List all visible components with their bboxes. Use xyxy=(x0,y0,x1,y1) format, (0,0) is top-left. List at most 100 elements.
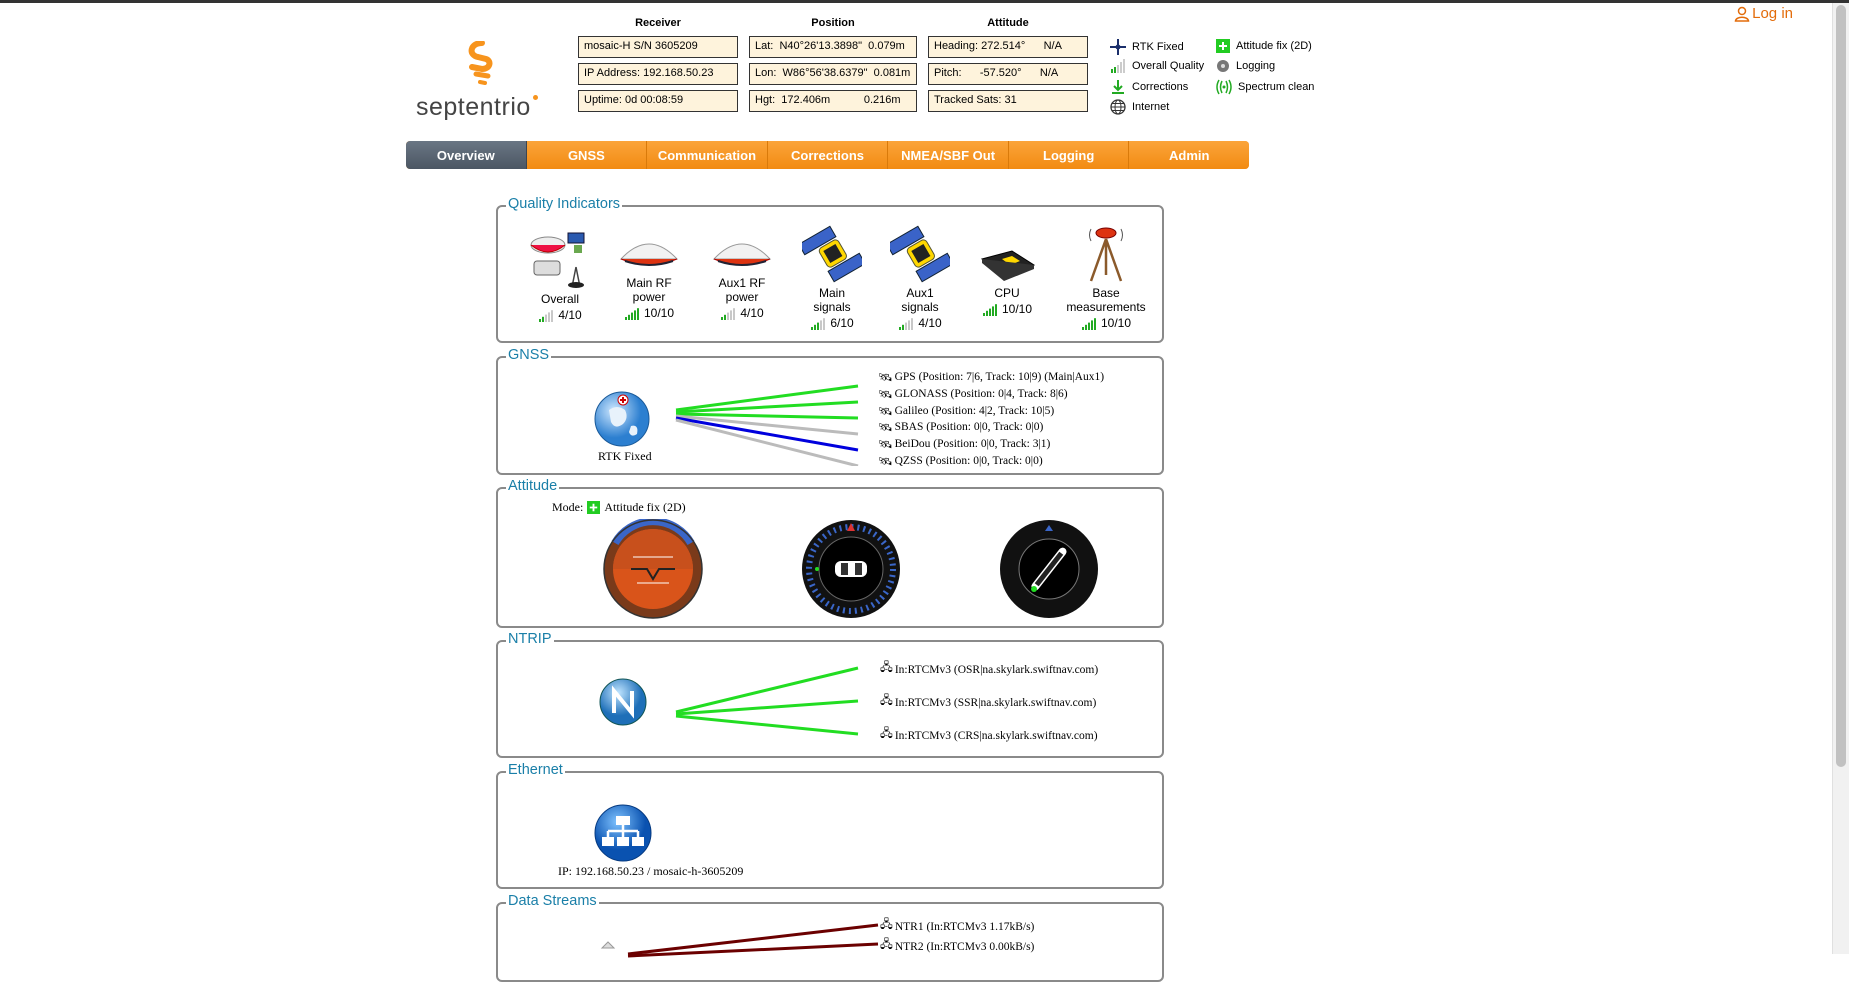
attitude-fix-icon xyxy=(1216,39,1230,53)
quality-bar xyxy=(542,316,545,322)
legend-logging: Logging xyxy=(1216,59,1275,73)
legend-corrections: Corrections xyxy=(1110,79,1188,95)
quality-bar xyxy=(545,314,548,322)
quality-bar xyxy=(905,322,908,330)
legend-internet: Internet xyxy=(1110,99,1169,115)
quality-bar xyxy=(733,308,736,320)
constellation-beidou[interactable]: 🛰 BeiDou (Position: 0|0, Track: 3|1) xyxy=(878,437,1050,451)
qi-main-signals-label2: signals xyxy=(813,300,851,314)
tab-overview[interactable]: Overview xyxy=(406,141,527,169)
qi-aux1-rf-power[interactable]: Aux1 RF power 4/10 xyxy=(697,237,787,323)
legend-spectrum: Spectrum clean xyxy=(1216,79,1314,95)
quality-bar xyxy=(730,310,733,320)
qi-aux1-signals-label2: signals xyxy=(901,300,939,314)
satellite-small-icon: 🛰 xyxy=(878,406,893,418)
qi-overall[interactable]: Overall 4/10 xyxy=(515,231,605,325)
qi-cpu-label: CPU xyxy=(994,286,1020,300)
globe-icon xyxy=(1110,99,1126,115)
constellation-galileo[interactable]: 🛰 Galileo (Position: 4|2, Track: 10|5) xyxy=(878,404,1054,418)
tab-admin[interactable]: Admin xyxy=(1129,141,1249,169)
gnss-panel: GNSS RTK Fixed 🛰 GPS (Position: 7|6, Trac… xyxy=(496,347,1164,475)
tab-communication[interactable]: Communication xyxy=(647,141,768,169)
qi-main-signals-score: 6/10 xyxy=(830,316,854,330)
quality-bars-icon xyxy=(899,318,914,330)
quality-bar xyxy=(991,306,994,316)
septentrio-logo: septentrio xyxy=(416,41,556,123)
ethernet-ip-label: IP: 192.168.50.23 / mosaic-h-3605209 xyxy=(558,864,744,878)
ethernet-panel: Ethernet IP: 192.168.50.23 / mosaic-h-36… xyxy=(496,762,1164,889)
qi-cpu[interactable]: CPU 10/10 xyxy=(962,249,1052,319)
ntrip-stream-osr[interactable]: 🖧 In:RTCMv3 (OSR|na.skylark.swiftnav.com) xyxy=(880,660,1098,679)
quality-bar xyxy=(1093,318,1096,330)
ethernet-title: Ethernet xyxy=(506,762,565,778)
tab-logging[interactable]: Logging xyxy=(1008,141,1130,169)
satellite-icon xyxy=(798,225,866,283)
qi-aux1-rf-label2: power xyxy=(725,290,759,304)
crosshair-icon xyxy=(1110,39,1126,55)
quality-bars-icon xyxy=(982,304,997,316)
constellation-gps[interactable]: 🛰 GPS (Position: 7|6, Track: 10|9) (Main|… xyxy=(878,370,1104,384)
antenna-icon xyxy=(712,243,772,266)
heading-compass-gauge xyxy=(802,520,900,618)
network-hub-icon[interactable] xyxy=(594,804,652,862)
receiver-overall-icon xyxy=(530,232,585,288)
septentrio-logo-mark xyxy=(468,41,493,85)
data-streams-title: Data Streams xyxy=(506,893,599,909)
data-stream-ntr1[interactable]: 🖧 NTR1 (In:RTCMv3 1.17kB/s) xyxy=(880,917,1034,936)
position-lat: Lat: N40°26'13.3898" 0.079m xyxy=(749,36,917,58)
quality-bar xyxy=(985,310,988,316)
quality-bar xyxy=(721,317,724,320)
attitude-heading: Attitude xyxy=(987,17,1029,29)
quality-bar xyxy=(551,310,554,322)
quality-bars-icon xyxy=(539,310,554,322)
network-computers-icon: 🖧 xyxy=(880,728,893,740)
page-scrollbar[interactable] xyxy=(1832,3,1849,954)
quality-bar xyxy=(630,312,633,320)
attitude-tracked-sats: Tracked Sats: 31 xyxy=(928,90,1088,112)
network-computers-icon: 🖧 xyxy=(880,919,893,931)
ntrip-icon[interactable] xyxy=(598,677,648,727)
ntrip-title: NTRIP xyxy=(506,631,554,647)
ntrip-link-lines xyxy=(675,666,859,736)
link-crs xyxy=(675,714,859,736)
scrollbar-thumb[interactable] xyxy=(1836,5,1846,767)
tab-corrections[interactable]: Corrections xyxy=(767,141,889,169)
qi-base-label2: measurements xyxy=(1066,300,1146,314)
attitude-title: Attitude xyxy=(506,478,560,494)
logo-dot xyxy=(533,95,538,100)
login-link[interactable]: Log in xyxy=(1734,5,1793,22)
quality-bar xyxy=(624,317,627,320)
qi-base-measurements[interactable]: Base measurements 10/10 xyxy=(1061,225,1151,333)
quality-bar xyxy=(1087,322,1090,330)
quality-bar xyxy=(988,308,991,316)
attitude-mode: Mode: Attitude fix (2D) xyxy=(552,500,686,514)
ntrip-panel: NTRIP 🖧 In:RTCMv3 (OSR|na.skylark.swiftna… xyxy=(496,631,1164,758)
data-stream-ntr2[interactable]: 🖧 NTR2 (In:RTCMv3 0.00kB/s) xyxy=(880,937,1034,956)
quality-bars-icon xyxy=(721,308,736,320)
qi-main-rf-power[interactable]: Main RF power 10/10 xyxy=(604,237,694,323)
ntrip-stream-crs[interactable]: 🖧 In:RTCMv3 (CRS|na.skylark.swiftnav.com) xyxy=(880,726,1098,745)
logo-text: septentrio xyxy=(416,93,531,121)
ntrip-stream-ssr[interactable]: 🖧 In:RTCMv3 (SSR|na.skylark.swiftnav.com) xyxy=(880,693,1096,712)
globe-icon[interactable] xyxy=(593,390,651,448)
constellation-sbas[interactable]: 🛰 SBAS (Position: 0|0, Track: 0|0) xyxy=(878,420,1043,434)
quality-bar xyxy=(817,322,820,330)
attitude-panel: Attitude Mode: Attitude fix (2D) xyxy=(496,478,1164,628)
constellation-qzss[interactable]: 🛰 QZSS (Position: 0|0, Track: 0|0) xyxy=(878,454,1043,468)
tab-gnss[interactable]: GNSS xyxy=(526,141,648,169)
roll-indicator-gauge xyxy=(1000,520,1098,618)
position-hgt: Hgt: 172.406m 0.216m xyxy=(749,90,917,112)
satellite-small-icon: 🛰 xyxy=(878,456,893,468)
link-osr xyxy=(675,666,859,714)
link-beidou xyxy=(675,416,859,452)
quality-bar xyxy=(908,320,911,330)
legend-quality: Overall Quality xyxy=(1110,59,1204,73)
antenna-icon xyxy=(619,243,679,266)
tab-nmea-sbf-out[interactable]: NMEA/SBF Out xyxy=(888,141,1009,169)
qi-main-signals[interactable]: Main signals 6/10 xyxy=(787,225,877,333)
qi-aux1-signals-score: 4/10 xyxy=(918,316,942,330)
quality-bar xyxy=(548,312,551,322)
qi-aux1-signals[interactable]: Aux1 signals 4/10 xyxy=(875,225,965,333)
network-computers-icon: 🖧 xyxy=(880,662,893,674)
constellation-glonass[interactable]: 🛰 GLONASS (Position: 0|4, Track: 8|6) xyxy=(878,387,1068,401)
